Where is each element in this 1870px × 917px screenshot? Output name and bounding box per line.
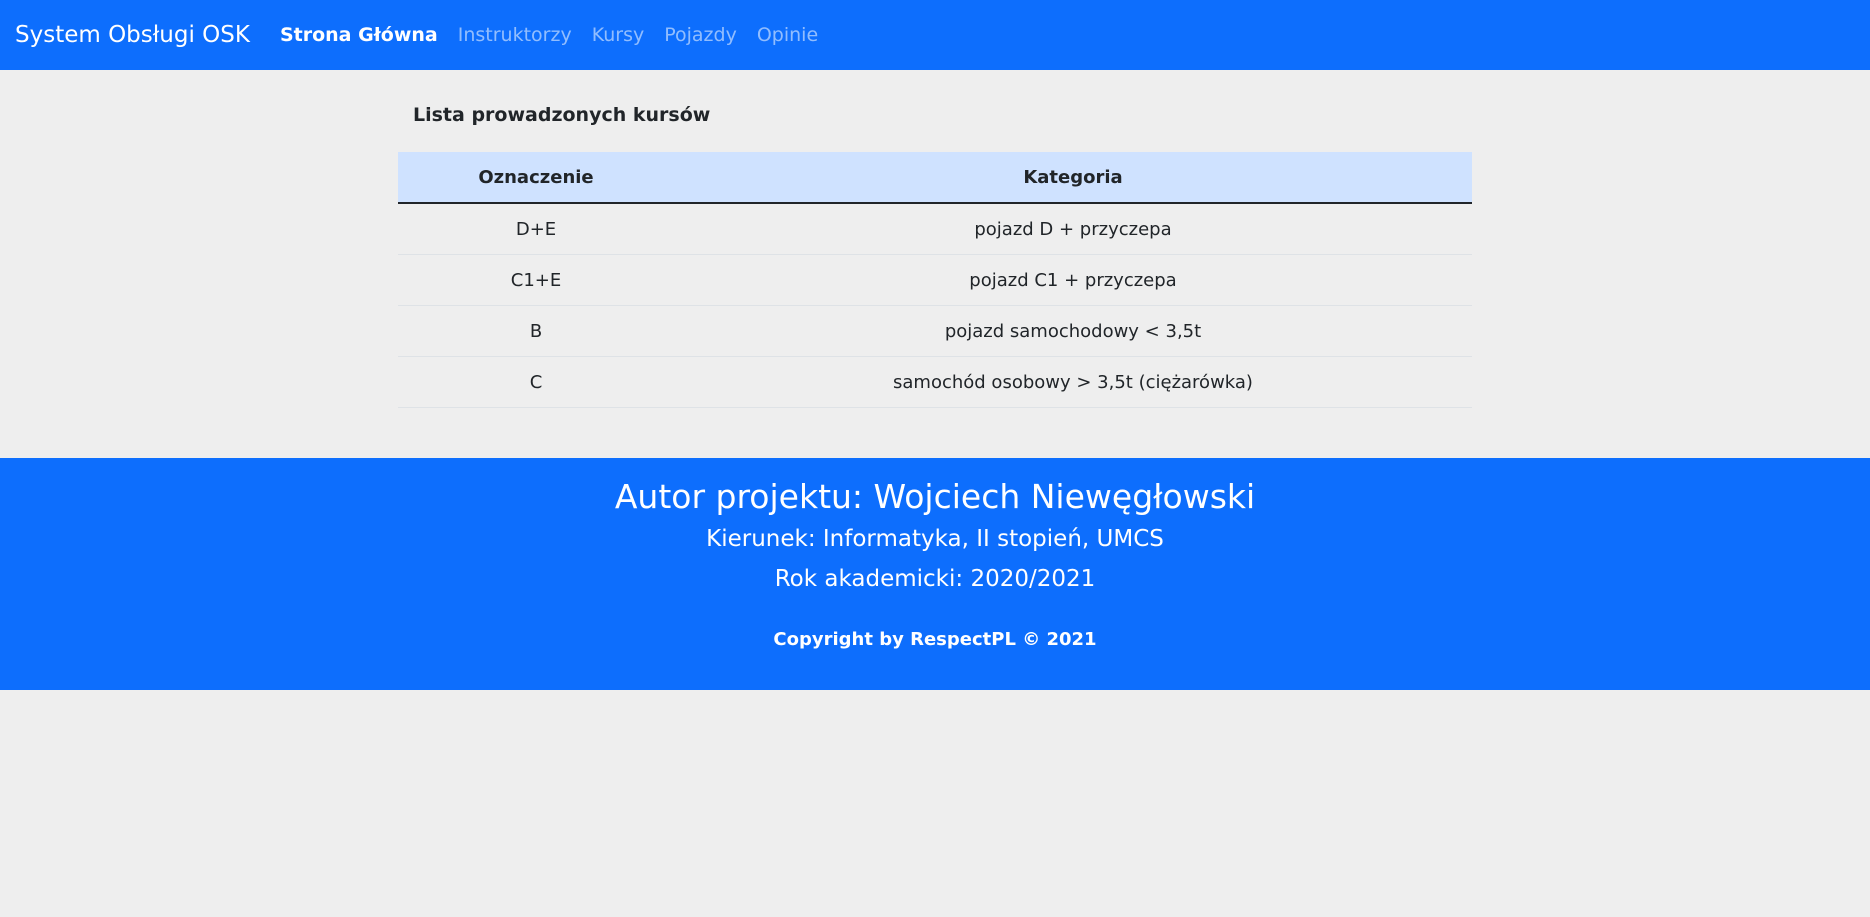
nav-links: Strona Główna Instruktorzy Kursy Pojazdy…: [270, 24, 828, 46]
navbar: System Obsługi OSK Strona Główna Instruk…: [0, 0, 1870, 70]
table-row: D+E pojazd D + przyczepa: [398, 203, 1472, 255]
cell-code: C1+E: [398, 254, 674, 306]
footer-author: Autor projektu: Wojciech Niewęgłowski: [614, 477, 1256, 516]
cell-category: pojazd C1 + przyczepa: [674, 254, 1472, 306]
nav-link-instructors[interactable]: Instruktorzy: [448, 24, 582, 46]
cell-code: B: [398, 305, 674, 357]
table-row: C1+E pojazd C1 + przyczepa: [398, 254, 1472, 306]
table-header-row: Oznaczenie Kategoria: [398, 152, 1472, 204]
cell-code: D+E: [398, 203, 674, 255]
cell-code: C: [398, 356, 674, 408]
nav-link-vehicles[interactable]: Pojazdy: [654, 24, 747, 46]
brand-link[interactable]: System Obsługi OSK: [15, 22, 250, 48]
nav-link-home[interactable]: Strona Główna: [270, 24, 448, 46]
nav-link-reviews[interactable]: Opinie: [747, 24, 828, 46]
footer-copyright: Copyright by RespectPL © 2021: [773, 628, 1097, 650]
page-title: Lista prowadzonych kursów: [413, 104, 711, 126]
footer-major: Kierunek: Informatyka, II stopień, UMCS: [706, 525, 1164, 552]
footer-academic-year: Rok akademicki: 2020/2021: [774, 565, 1096, 592]
cell-category: pojazd samochodowy < 3,5t: [674, 305, 1472, 357]
footer: Autor projektu: Wojciech Niewęgłowski Ki…: [0, 458, 1870, 690]
cell-category: samochód osobowy > 3,5t (ciężarówka): [674, 356, 1472, 408]
column-header-code: Oznaczenie: [398, 152, 674, 204]
main-content: Lista prowadzonych kursów Oznaczenie Kat…: [398, 70, 1472, 458]
cell-category: pojazd D + przyczepa: [674, 203, 1472, 255]
nav-link-courses[interactable]: Kursy: [582, 24, 655, 46]
table-row: C samochód osobowy > 3,5t (ciężarówka): [398, 356, 1472, 408]
column-header-category: Kategoria: [674, 152, 1472, 204]
courses-table: Oznaczenie Kategoria D+E pojazd D + przy…: [398, 152, 1472, 408]
table-row: B pojazd samochodowy < 3,5t: [398, 305, 1472, 357]
